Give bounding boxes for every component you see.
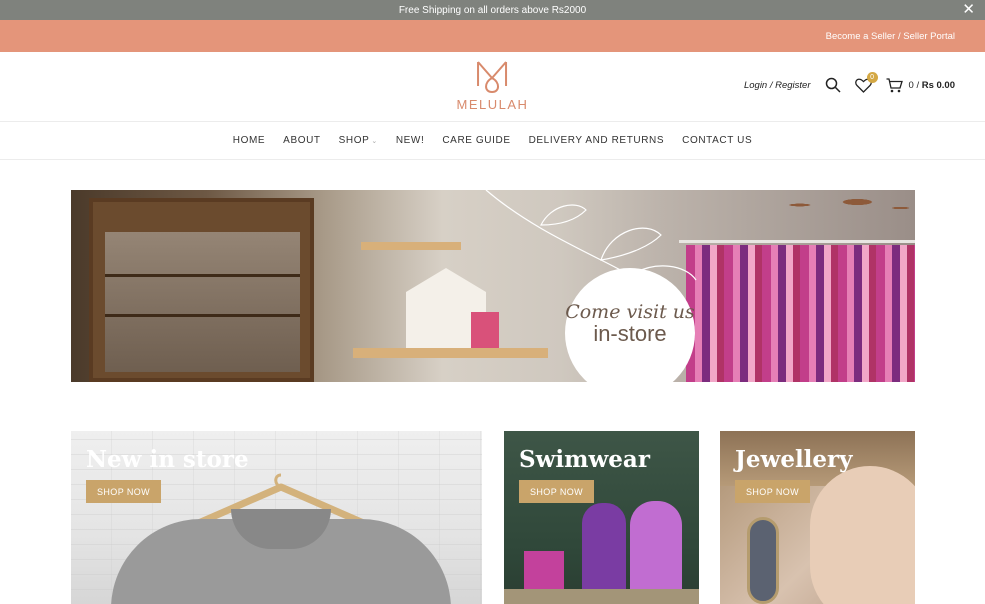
- nav-item-home[interactable]: HOME: [233, 135, 265, 146]
- login-register-link[interactable]: Login / Register: [744, 80, 811, 91]
- shop-now-button[interactable]: SHOP NOW: [735, 480, 811, 503]
- banner-pink-box: [471, 312, 499, 348]
- free-shipping-text: Free Shipping on all orders above Rs2000: [398, 4, 587, 16]
- nav-item-care-guide[interactable]: CARE GUIDE: [442, 135, 510, 146]
- cart-summary: 0 / Rs 0.00: [909, 80, 955, 91]
- nav-item-delivery-returns[interactable]: DELIVERY AND RETURNS: [529, 135, 665, 146]
- chevron-down-icon: ⌄: [371, 138, 378, 145]
- card-title: New in store: [86, 446, 249, 473]
- nav-item-new[interactable]: NEW!: [396, 135, 425, 146]
- shop-now-button[interactable]: SHOP NOW: [519, 480, 595, 503]
- banner-wall-map: [771, 190, 915, 220]
- free-shipping-bar: Free Shipping on all orders above Rs2000…: [0, 0, 985, 20]
- card-title: Swimwear: [519, 446, 650, 473]
- banner-lower-shelf: [353, 348, 548, 358]
- wishlist-button[interactable]: 0: [854, 71, 878, 93]
- card-model-face: [810, 466, 915, 604]
- nav-item-shop[interactable]: SHOP ⌄: [339, 135, 378, 146]
- close-icon[interactable]: ✕: [962, 1, 975, 19]
- seller-bar: Become a Seller / Seller Portal: [0, 20, 985, 52]
- site-header: MELULAH Login / Register 0 0 / Rs 0.00: [0, 52, 985, 122]
- site-logo[interactable]: MELULAH: [457, 60, 529, 112]
- cart-icon: [886, 77, 903, 92]
- nav-item-shop-label: SHOP: [338, 135, 370, 146]
- wishlist-count-badge: 0: [866, 71, 878, 83]
- card-title: Jewellery: [735, 446, 853, 473]
- logo-mark-icon: [477, 61, 508, 94]
- banner-cabinet: [89, 198, 314, 382]
- cart-button[interactable]: 0 / Rs 0.00: [886, 77, 955, 93]
- visit-line-1: Come visit us: [565, 301, 695, 323]
- seller-portal-link[interactable]: Become a Seller / Seller Portal: [826, 31, 955, 42]
- nav-item-contact[interactable]: CONTACT US: [682, 135, 752, 146]
- visit-line-2: in-store: [593, 321, 667, 346]
- card-earring: [747, 517, 779, 604]
- card-model-right: [630, 501, 682, 601]
- banner-upper-shelf: [361, 242, 461, 250]
- hero-banner[interactable]: Come visit us in-store: [71, 190, 915, 382]
- nav-item-about[interactable]: ABOUT: [283, 135, 320, 146]
- card-model-left: [582, 503, 626, 603]
- shop-now-button[interactable]: SHOP NOW: [86, 480, 162, 503]
- category-card-new-in-store[interactable]: New in store SHOP NOW: [71, 431, 482, 604]
- logo-text: MELULAH: [456, 97, 529, 112]
- category-card-jewellery[interactable]: Jewellery SHOP NOW: [720, 431, 915, 604]
- main-nav: HOME ABOUT SHOP ⌄ NEW! CARE GUIDE DELIVER…: [0, 122, 985, 160]
- header-actions: Login / Register 0 0 / Rs 0.00: [744, 71, 955, 93]
- search-icon[interactable]: [825, 77, 841, 93]
- category-card-swimwear[interactable]: Swimwear SHOP NOW: [504, 431, 699, 604]
- cart-count: 0 /: [908, 79, 922, 91]
- cart-total: Rs 0.00: [921, 79, 955, 91]
